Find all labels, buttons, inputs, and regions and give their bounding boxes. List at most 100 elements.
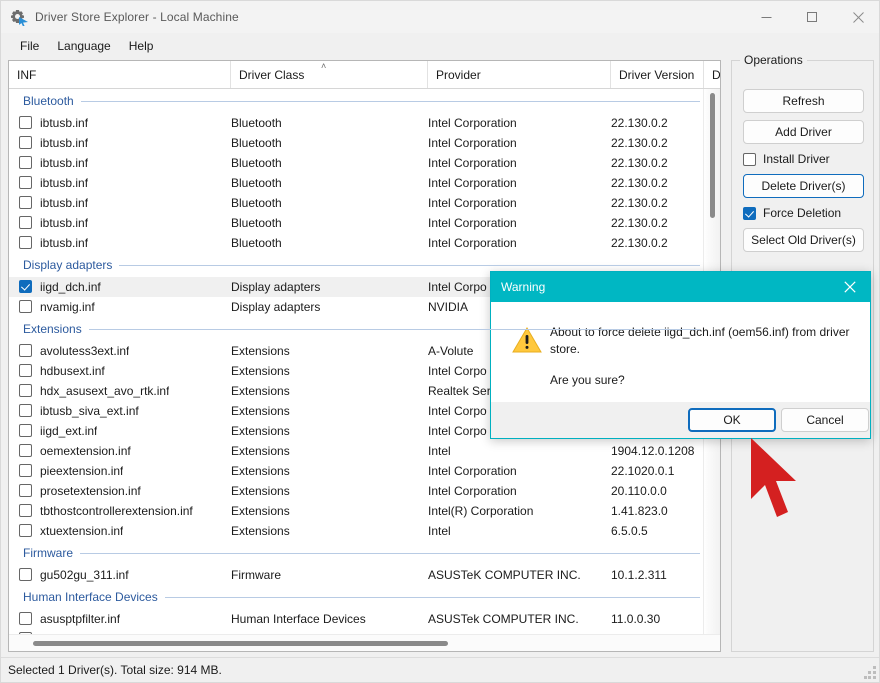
- warning-dialog-close-icon[interactable]: [830, 272, 870, 302]
- column-header-driver-class[interactable]: Driver Class: [231, 61, 428, 88]
- table-row[interactable]: pieextension.infExtensionsIntel Corporat…: [9, 461, 704, 481]
- cell-driver-class: Extensions: [231, 384, 290, 398]
- row-checkbox[interactable]: [19, 612, 32, 625]
- cell-driver-class: Bluetooth: [231, 196, 282, 210]
- table-row[interactable]: prosetextension.infExtensionsIntel Corpo…: [9, 481, 704, 501]
- refresh-button[interactable]: Refresh: [743, 89, 864, 113]
- app-gear-icon: [11, 9, 27, 25]
- title-bar: Driver Store Explorer - Local Machine: [1, 1, 880, 33]
- warning-dialog-footer: OK Cancel: [491, 402, 870, 438]
- row-checkbox[interactable]: [19, 216, 32, 229]
- cell-driver-class: Display adapters: [231, 300, 320, 314]
- row-checkbox[interactable]: [19, 364, 32, 377]
- group-header[interactable]: Human Interface Devices: [9, 585, 704, 609]
- cell-inf: ibtusb.inf: [40, 156, 88, 170]
- row-checkbox[interactable]: [19, 524, 32, 537]
- row-checkbox[interactable]: [19, 196, 32, 209]
- row-checkbox[interactable]: [19, 404, 32, 417]
- row-checkbox[interactable]: [19, 444, 32, 457]
- cell-inf: iigd_dch.inf: [40, 280, 101, 294]
- cell-provider: Intel Corpo: [428, 364, 487, 378]
- table-row[interactable]: ibtusb.infBluetoothIntel Corporation22.1…: [9, 233, 704, 253]
- cell-driver-version: 22.130.0.2: [611, 176, 668, 190]
- cell-driver-class: Bluetooth: [231, 236, 282, 250]
- table-row[interactable]: oemextension.infExtensionsIntel1904.12.0…: [9, 441, 704, 461]
- column-header-inf[interactable]: INF: [9, 61, 231, 88]
- force-deletion-checkbox-box: [743, 207, 756, 220]
- row-checkbox[interactable]: [19, 116, 32, 129]
- cell-provider: NVIDIA: [428, 300, 468, 314]
- table-row[interactable]: ibtusb.infBluetoothIntel Corporation22.1…: [9, 193, 704, 213]
- row-checkbox[interactable]: [19, 384, 32, 397]
- list-vertical-scroll-thumb[interactable]: [710, 93, 715, 218]
- row-checkbox[interactable]: [19, 424, 32, 437]
- cell-inf: ibtusb_siva_ext.inf: [40, 404, 139, 418]
- table-row[interactable]: xtuextension.infExtensionsIntel6.5.0.5: [9, 521, 704, 541]
- cell-provider: Intel Corpo: [428, 404, 487, 418]
- cell-driver-class: Extensions: [231, 344, 290, 358]
- cell-inf: tbthostcontrollerextension.inf: [40, 504, 193, 518]
- table-row[interactable]: ibtusb.infBluetoothIntel Corporation22.1…: [9, 113, 704, 133]
- cell-provider: Intel Corporation: [428, 156, 517, 170]
- group-header[interactable]: Firmware: [9, 541, 704, 565]
- table-row[interactable]: asusptpfilter.infHuman Interface Devices…: [9, 609, 704, 629]
- table-row[interactable]: gu502gu_311.infFirmwareASUSTeK COMPUTER …: [9, 565, 704, 585]
- select-old-drivers-button[interactable]: Select Old Driver(s): [743, 228, 864, 252]
- cell-inf: gu502gu_311.inf: [40, 568, 129, 582]
- install-driver-checkbox[interactable]: Install Driver: [743, 150, 830, 168]
- cell-driver-class: Extensions: [231, 464, 290, 478]
- table-row[interactable]: ibtusb.infBluetoothIntel Corporation22.1…: [9, 133, 704, 153]
- warning-dialog-ok-button[interactable]: OK: [688, 408, 776, 432]
- cell-inf: prosetextension.inf: [40, 484, 141, 498]
- cell-inf: ibtusb.inf: [40, 216, 88, 230]
- warning-dialog-question: Are you sure?: [550, 372, 850, 389]
- maximize-button[interactable]: [789, 1, 835, 33]
- warning-dialog-cancel-button[interactable]: Cancel: [781, 408, 869, 432]
- cell-driver-class: Extensions: [231, 404, 290, 418]
- close-button[interactable]: [835, 1, 880, 33]
- menu-item-language[interactable]: Language: [48, 36, 119, 56]
- warning-dialog: Warning About to force delete iigd_dch.i…: [490, 271, 871, 439]
- row-checkbox[interactable]: [19, 344, 32, 357]
- driver-list-header: INF Driver Class ˄ Provider Driver Versi…: [9, 61, 721, 89]
- group-header[interactable]: Bluetooth: [9, 89, 704, 113]
- group-header-label: Display adapters: [23, 258, 119, 272]
- cell-driver-version: 22.1020.0.1: [611, 464, 674, 478]
- list-horizontal-scrollbar[interactable]: [9, 634, 721, 651]
- row-checkbox[interactable]: [19, 484, 32, 497]
- column-header-driver-version[interactable]: Driver Version: [611, 61, 704, 88]
- delete-drivers-button[interactable]: Delete Driver(s): [743, 174, 864, 198]
- row-checkbox[interactable]: [19, 504, 32, 517]
- row-checkbox[interactable]: [19, 136, 32, 149]
- status-text: Selected 1 Driver(s). Total size: 914 MB…: [8, 663, 222, 677]
- resize-grip-icon[interactable]: [864, 666, 877, 679]
- table-row[interactable]: ibtusb.infBluetoothIntel Corporation22.1…: [9, 153, 704, 173]
- row-checkbox[interactable]: [19, 236, 32, 249]
- cell-driver-class: Human Interface Devices: [231, 612, 366, 626]
- list-horizontal-scroll-thumb[interactable]: [33, 641, 448, 646]
- install-driver-checkbox-box: [743, 153, 756, 166]
- table-row[interactable]: ibtusb.infBluetoothIntel Corporation22.1…: [9, 173, 704, 193]
- table-row[interactable]: tbthostcontrollerextension.infExtensions…: [9, 501, 704, 521]
- row-checkbox[interactable]: [19, 280, 32, 293]
- cell-driver-class: Bluetooth: [231, 156, 282, 170]
- warning-dialog-message-block: About to force delete iigd_dch.inf (oem5…: [550, 324, 850, 389]
- column-header-date[interactable]: D: [704, 61, 721, 88]
- row-checkbox[interactable]: [19, 568, 32, 581]
- row-checkbox[interactable]: [19, 464, 32, 477]
- force-deletion-checkbox[interactable]: Force Deletion: [743, 204, 841, 222]
- cell-driver-version: 6.5.0.5: [611, 524, 648, 538]
- row-checkbox[interactable]: [19, 300, 32, 313]
- menu-item-help[interactable]: Help: [120, 36, 163, 56]
- add-driver-button[interactable]: Add Driver: [743, 120, 864, 144]
- minimize-button[interactable]: [743, 1, 789, 33]
- table-row[interactable]: ibtusb.infBluetoothIntel Corporation22.1…: [9, 213, 704, 233]
- force-deletion-label: Force Deletion: [763, 206, 841, 220]
- warning-icon: [512, 327, 542, 354]
- column-header-provider[interactable]: Provider: [428, 61, 611, 88]
- group-divider: [23, 101, 700, 102]
- row-checkbox[interactable]: [19, 156, 32, 169]
- menu-item-file[interactable]: File: [11, 36, 48, 56]
- cell-driver-class: Bluetooth: [231, 176, 282, 190]
- row-checkbox[interactable]: [19, 176, 32, 189]
